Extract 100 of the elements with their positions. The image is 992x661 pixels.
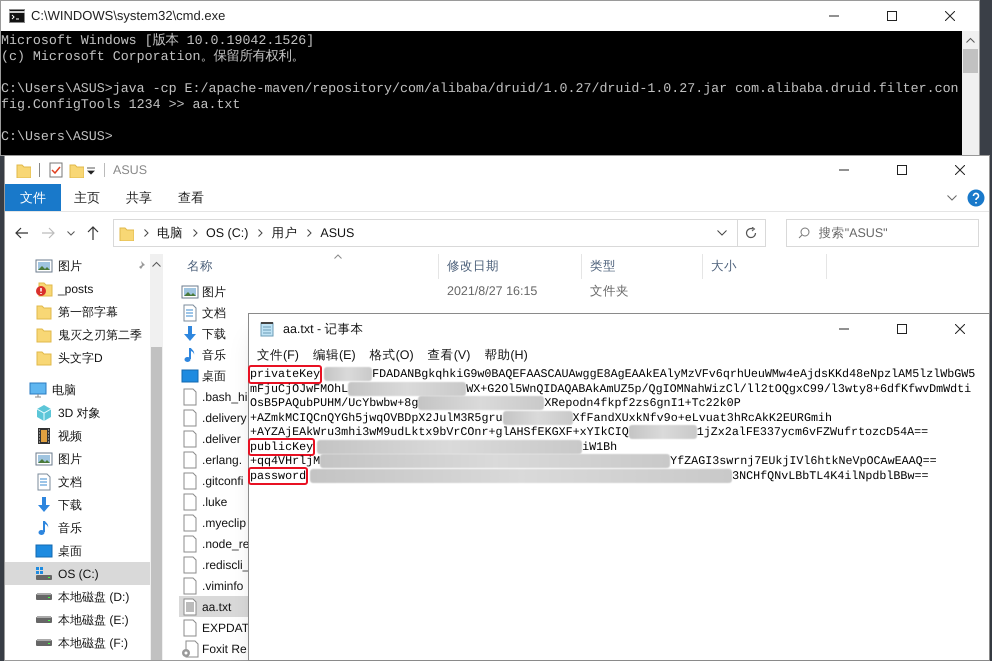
file-row[interactable]: .bash_hi [179, 386, 249, 407]
file-icon [181, 556, 199, 574]
folder-icon [35, 326, 53, 344]
help-icon[interactable] [967, 188, 985, 206]
ribbon-tab[interactable]: 文件 [5, 184, 61, 211]
menu-item[interactable]: 查看(V) [422, 346, 476, 364]
file-name: 图片 [202, 284, 226, 300]
menu-item[interactable]: 帮助(H) [479, 346, 533, 364]
notepad-icon [259, 321, 275, 337]
nav-item[interactable]: 鬼灭之刃第二季 [5, 323, 150, 346]
column-header[interactable]: 修改日期 [439, 254, 582, 279]
document-icon [181, 304, 199, 322]
up-arrow-icon[interactable] [87, 226, 99, 240]
chevron-right-icon [144, 229, 149, 237]
cube-icon [35, 404, 53, 422]
text-line: +AYZAjEAkWru3mhi3wM9udLktx9bVrCOnr+glAHSfEKGXF+xYIkCIQ [250, 425, 629, 440]
nav-item[interactable]: 第一部字幕 [5, 300, 150, 323]
nav-item[interactable]: 本地磁盘 (F:) [5, 631, 150, 654]
dropdown-icon[interactable] [86, 165, 96, 175]
nav-item[interactable]: 本地磁盘 (D:) [5, 585, 150, 608]
close-icon [945, 11, 955, 21]
file-name: .delivery [202, 410, 247, 426]
back-arrow-icon[interactable] [15, 227, 29, 239]
nav-item[interactable]: 下载 [5, 493, 150, 516]
file-row[interactable]: .gitconfi [179, 470, 249, 491]
nav-item[interactable]: 头文字D [5, 346, 150, 369]
folder-icon [118, 225, 134, 241]
console-line: Microsoft Windows [版本 10.0.19042.1526] [1, 33, 316, 49]
nav-item[interactable]: _posts [5, 277, 150, 300]
folder-icon [35, 348, 53, 366]
file-name: .erlang. [202, 452, 242, 468]
window-title: aa.txt - 记事本 [283, 320, 365, 338]
chevron-down-icon[interactable] [716, 230, 727, 236]
text-line: 3NCHfQNvLBbTL4K4ilNpdblBBw== [732, 468, 928, 483]
nav-item[interactable]: 桌面 [5, 539, 150, 562]
file-name: .myeclip [202, 514, 246, 532]
file-row[interactable]: .deliver [179, 428, 249, 449]
text-file-icon [181, 598, 199, 616]
file-row[interactable]: Foxit Re [179, 638, 249, 659]
file-name: 音乐 [202, 346, 226, 364]
gear-file-icon [181, 640, 199, 658]
menu-item[interactable]: 文件(F) [252, 346, 304, 364]
chevron-right-icon [307, 229, 312, 237]
ribbon-tab[interactable]: 共享 [113, 184, 165, 211]
console-icon [9, 9, 25, 23]
chevron-down-icon[interactable] [947, 194, 957, 200]
nav-item[interactable]: 视频 [5, 424, 150, 447]
file-row[interactable]: 文档 [179, 302, 249, 323]
file-icon [181, 492, 199, 510]
file-row[interactable]: 图片 2021/8/27 16:15 文件夹 [179, 281, 679, 302]
sort-caret-icon [334, 254, 342, 259]
menu-item[interactable]: 格式(O) [364, 346, 419, 364]
text-line: mFjuCjOJwFMOhL [250, 382, 348, 396]
address-bar[interactable]: 电脑 OS (C:) 用户 ASUS [113, 219, 766, 247]
file-row[interactable]: .luke [179, 491, 249, 512]
scrollbar[interactable] [150, 254, 163, 660]
file-row[interactable]: 下载 [179, 323, 249, 344]
file-name: aa.txt [202, 598, 232, 616]
file-icon [181, 514, 199, 532]
file-row[interactable]: .erlang. [179, 449, 249, 470]
nav-item[interactable]: 图片 [5, 254, 150, 277]
scrollbar-thumb[interactable] [151, 347, 162, 660]
nav-item[interactable]: 音乐 [5, 516, 150, 539]
nav-item[interactable]: 文档 [5, 470, 150, 493]
nav-item[interactable]: OS (C:) [5, 562, 150, 585]
file-row[interactable]: EXPDAT [179, 617, 249, 638]
file-row[interactable]: .viminfo [179, 575, 249, 596]
nav-item[interactable]: 电脑 [5, 378, 150, 401]
file-row[interactable]: aa.txt [179, 596, 249, 617]
breadcrumb-item[interactable]: OS (C:) [206, 224, 248, 242]
ribbon-tab[interactable]: 主页 [61, 184, 113, 211]
picture-icon [35, 256, 53, 274]
column-header[interactable]: 大小 [703, 254, 827, 279]
file-row[interactable]: .myeclip [179, 512, 249, 533]
breadcrumb-item[interactable]: 用户 [271, 224, 298, 242]
file-name: .bash_hi [202, 388, 248, 406]
film-icon [35, 426, 53, 444]
nav-item[interactable]: 本地磁盘 (E:) [5, 608, 150, 631]
chevron-down-icon[interactable] [67, 230, 75, 236]
file-icon [181, 534, 199, 552]
nav-item[interactable]: 图片 [5, 447, 150, 470]
file-row[interactable]: .delivery [179, 407, 249, 428]
column-header[interactable]: 名称 [179, 254, 439, 279]
document-icon [35, 472, 53, 490]
file-row[interactable]: 桌面 [179, 365, 249, 386]
menu-item[interactable]: 编辑(E) [308, 346, 361, 364]
nav-item[interactable]: 3D 对象 [5, 401, 150, 424]
file-row[interactable]: .node_re [179, 533, 249, 554]
scrollbar-thumb[interactable] [963, 49, 978, 73]
breadcrumb-item[interactable]: 电脑 [157, 224, 183, 242]
checklist-icon[interactable] [48, 162, 64, 178]
search-field[interactable]: 搜索"ASUS" [786, 219, 979, 247]
picture-icon [181, 282, 199, 300]
breadcrumb-item[interactable]: ASUS [320, 224, 354, 242]
file-icon [181, 430, 199, 448]
column-header[interactable]: 类型 [582, 254, 703, 279]
file-row[interactable]: 音乐 [179, 344, 249, 365]
ribbon-tab[interactable]: 查看 [165, 184, 217, 211]
scrollbar[interactable] [962, 31, 979, 155]
file-name: 下载 [202, 326, 226, 342]
